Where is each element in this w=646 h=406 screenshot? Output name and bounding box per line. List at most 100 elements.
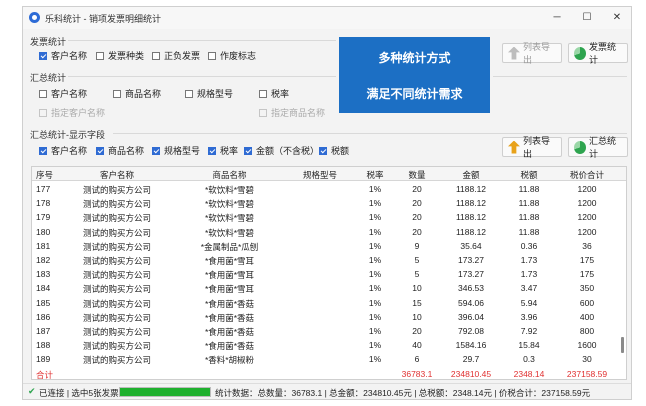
table-cell: 1% <box>368 269 382 280</box>
results-table[interactable]: 序号 客户名称 商品名称 规格型号 税率 数量 金额 税额 税价合计 177 测试的购买方公司 *软… <box>31 166 627 380</box>
checkbox-checked-icon <box>39 51 47 60</box>
app-logo-icon <box>29 12 40 23</box>
table-row[interactable]: 184 测试的购买方公司 *食用菌*雪耳 1% 10 346.53 3.47 350 <box>32 281 626 295</box>
column-header[interactable]: 数量 <box>397 169 437 181</box>
summary-opt-taxrate[interactable]: 税率 <box>259 87 289 100</box>
table-row[interactable]: 182 测试的购买方公司 *食用菌*雪耳 1% 5 173.27 1.73 175 <box>32 253 626 267</box>
invoice-export-button[interactable]: 列表导出 <box>502 42 562 65</box>
table-cell: 1% <box>368 340 382 351</box>
checkbox-icon <box>39 108 47 117</box>
table-cell: 测试的购买方公司 <box>82 355 151 366</box>
column-header[interactable]: 序号 <box>36 169 62 181</box>
table-cell: *食用菌*香菇 <box>204 327 255 337</box>
table-cell: 792.08 <box>458 326 484 336</box>
checkbox-icon <box>39 89 47 98</box>
field-opt-amount[interactable]: 金额（不含税） <box>244 144 319 157</box>
summary-export-button[interactable]: 列表导出 <box>502 136 562 159</box>
column-header[interactable]: 规格型号 <box>287 169 353 181</box>
column-header[interactable]: 客户名称 <box>62 169 172 181</box>
column-header[interactable]: 税额 <box>505 169 553 181</box>
invoice-opt-sign[interactable]: 正负发票 <box>152 49 200 62</box>
field-opt-spec[interactable]: 规格型号 <box>152 144 200 157</box>
table-row[interactable]: 189 测试的购买方公司 *香料*胡椒粉 1% 6 29.7 0.3 30 <box>32 352 626 366</box>
button-label: 发票统计 <box>588 42 616 65</box>
summary-opt-spec[interactable]: 规格型号 <box>185 87 233 100</box>
banner-line-2: 满足不同统计需求 <box>366 87 463 101</box>
table-row[interactable]: 185 测试的购买方公司 *食用菌*香菇 1% 15 594.06 5.94 600 <box>32 296 626 310</box>
divider <box>493 76 627 77</box>
invoice-opt-customer[interactable]: 客户名称 <box>39 49 87 62</box>
invoice-opt-void[interactable]: 作废标志 <box>208 49 256 62</box>
table-cell: 测试的购买方公司 <box>82 284 151 295</box>
checkbox-icon <box>96 51 104 60</box>
checkbox-checked-icon <box>152 146 160 155</box>
table-row[interactable]: 181 测试的购买方公司 *金属制品*瓜刨 1% 9 35.64 0.36 36 <box>32 239 626 253</box>
field-opt-product[interactable]: 商品名称 <box>96 144 144 157</box>
summary-opt-product[interactable]: 商品名称 <box>113 87 161 100</box>
field-opt-tax[interactable]: 税额 <box>319 144 349 157</box>
specify-customer-checkbox[interactable]: 指定客户名称 <box>39 106 105 119</box>
invoice-stats-button[interactable]: 发票统计 <box>568 42 628 65</box>
table-cell: *食用菌*香菇 <box>204 298 255 309</box>
column-header[interactable]: 税价合计 <box>553 169 621 181</box>
summary-stats-button[interactable]: 汇总统计 <box>568 136 628 159</box>
column-header[interactable]: 税率 <box>353 169 397 181</box>
table-cell: 测试的购买方公司 <box>82 227 151 238</box>
table-cell: 173.27 <box>458 255 484 265</box>
table-cell: 30 <box>582 354 592 365</box>
table-cell: 5.94 <box>520 297 538 308</box>
table-cell: 1% <box>368 226 382 237</box>
table-cell: 测试的购买方公司 <box>82 270 151 281</box>
checkbox-label: 税额 <box>331 146 350 156</box>
table-cell: 350 <box>579 283 595 294</box>
invoice-opt-type[interactable]: 发票种类 <box>96 49 144 62</box>
checkbox-label: 商品名称 <box>108 146 145 156</box>
maximize-button[interactable]: ☐ <box>573 10 601 26</box>
table-cell: 188 <box>36 340 51 351</box>
table-cell: *软饮料*雪碧 <box>204 185 255 195</box>
table-cell: 40 <box>412 340 422 351</box>
table-row[interactable]: 188 测试的购买方公司 *食用菌*香菇 1% 40 1584.16 15.84 1600 <box>32 338 626 352</box>
table-cell: 20 <box>412 326 422 336</box>
table-row[interactable]: 177 测试的购买方公司 *软饮料*雪碧 1% 20 1188.12 11.88 1200 <box>32 182 626 196</box>
table-row[interactable]: 178 测试的购买方公司 *软饮料*雪碧 1% 20 1188.12 11.88 1200 <box>32 196 626 210</box>
checkbox-checked-icon <box>208 146 216 155</box>
table-cell: 3.47 <box>520 283 538 294</box>
table-cell: 11.88 <box>518 226 540 237</box>
column-header[interactable]: 金额 <box>437 169 505 181</box>
divider <box>68 76 336 77</box>
table-cell: 15 <box>412 297 422 308</box>
checkbox-checked-icon <box>319 146 327 155</box>
field-opt-customer[interactable]: 客户名称 <box>39 144 87 157</box>
summary-opt-customer[interactable]: 客户名称 <box>39 87 87 100</box>
field-opt-taxrate[interactable]: 税率 <box>208 144 238 157</box>
table-cell: *软饮料*雪碧 <box>204 227 255 238</box>
table-cell: 800 <box>579 326 595 336</box>
table-row[interactable]: 183 测试的购买方公司 *食用菌*雪耳 1% 5 173.27 1.73 175 <box>32 267 626 281</box>
checkbox-label: 作废标志 <box>220 51 257 61</box>
table-row[interactable]: 180 测试的购买方公司 *软饮料*雪碧 1% 20 1188.12 11.88 1200 <box>32 225 626 239</box>
minimize-button[interactable]: ─ <box>543 10 571 26</box>
table-cell: *软饮料*雪碧 <box>204 199 255 210</box>
summary-stats-label: 汇总统计 <box>30 73 67 83</box>
table-cell: 1% <box>368 354 382 365</box>
status-bar: ✔ 已连接 | 选中5张发票 统计数据：总数量：36783.1 | 总金额：23… <box>23 383 631 399</box>
table-row[interactable]: 187 测试的购买方公司 *食用菌*香菇 1% 20 792.08 7.92 800 <box>32 324 626 338</box>
table-cell: 测试的购买方公司 <box>82 241 151 252</box>
checkbox-label: 规格型号 <box>164 146 201 156</box>
table-cell: 1200 <box>577 198 597 209</box>
specify-product-checkbox[interactable]: 指定商品名称 <box>259 106 325 119</box>
table-cell: *食用菌*雪耳 <box>204 256 255 266</box>
checkbox-label: 指定商品名称 <box>271 108 326 118</box>
table-row[interactable]: 186 测试的购买方公司 *食用菌*香菇 1% 10 396.04 3.96 400 <box>32 310 626 324</box>
column-header[interactable]: 商品名称 <box>172 169 287 181</box>
close-button[interactable]: ✕ <box>603 10 631 26</box>
table-cell: *软饮料*雪碧 <box>204 213 255 224</box>
table-cell: 1188.12 <box>455 184 487 194</box>
table-header: 序号 客户名称 商品名称 规格型号 税率 数量 金额 税额 税价合计 <box>32 167 626 181</box>
total-cell: 合计 <box>36 369 54 380</box>
checkbox-label: 税率 <box>271 89 290 99</box>
table-cell: 6 <box>414 354 420 365</box>
table-row[interactable]: 179 测试的购买方公司 *软饮料*雪碧 1% 20 1188.12 11.88 1200 <box>32 210 626 224</box>
table-cell: 1200 <box>577 212 597 223</box>
